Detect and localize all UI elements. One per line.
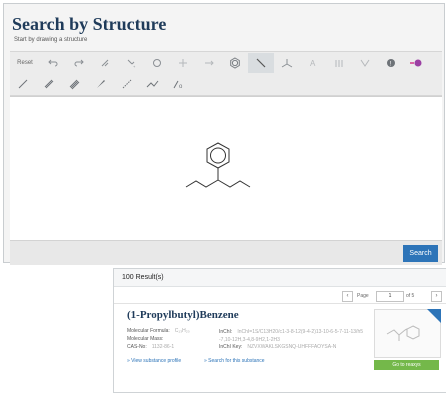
inchi-label: InChI: — [219, 329, 233, 335]
formula-value: C₁₃H₂₀ — [174, 328, 190, 334]
redo-icon[interactable] — [66, 53, 92, 73]
toolbar-row-1: Reset + A ! — [10, 51, 442, 74]
bond-wedge-icon[interactable] — [352, 53, 378, 73]
chain-bond-icon[interactable] — [140, 74, 166, 94]
cas-label: CAS-No: — [127, 344, 147, 350]
structure-editor-panel: Search by Structure Start by drawing a s… — [3, 3, 445, 265]
search-substance-label: Search for this substance — [208, 358, 265, 364]
svg-text:o: o — [179, 84, 183, 90]
hash-bond-icon[interactable] — [114, 74, 140, 94]
editor-footer: Search — [10, 240, 442, 265]
bond-double-icon[interactable] — [326, 53, 352, 73]
view-profile-label: View substance profile — [131, 358, 182, 364]
settings-icon[interactable]: ! — [378, 53, 404, 73]
search-substance-link[interactable]: » Search for this substance — [204, 358, 265, 364]
formula-row: Molecular Formula: C₁₃H₂₀ — [127, 328, 190, 334]
view-profile-link[interactable]: » View substance profile — [127, 358, 181, 364]
inchikey-row: InChI Key: NZVXWAKLSKGSNQ-UHFFFAOYSA-N — [219, 344, 336, 350]
eraser-icon[interactable] — [404, 53, 430, 73]
single-bond-icon[interactable] — [10, 74, 36, 94]
charge-icon[interactable]: + — [118, 53, 144, 73]
undo-icon[interactable] — [40, 53, 66, 73]
inchi-value: InChI=1S/C13H20/c1-3-8-12(9-4-2)13-10-6-… — [219, 329, 364, 343]
prev-page-button[interactable]: ‹ — [342, 291, 353, 302]
fragment-icon[interactable]: o — [166, 74, 192, 94]
clean-icon[interactable] — [92, 53, 118, 73]
formula-label: Molecular Formula: — [127, 328, 170, 334]
svg-text:A: A — [310, 59, 316, 68]
plus-icon[interactable] — [170, 53, 196, 73]
page-input[interactable]: 1 — [376, 291, 404, 302]
cas-row: CAS-No: 1132-86-1 — [127, 344, 174, 350]
mass-label: Molecular Mass: — [127, 336, 164, 342]
structure-drawing — [185, 142, 251, 188]
go-to-reaxys-button[interactable]: Go to reaxys — [374, 360, 439, 370]
inchikey-value: NZVXWAKLSKGSNQ-UHFFFAOYSA-N — [247, 344, 337, 350]
inchi-row: InChI: InChI=1S/C13H20/c1-3-8-12(9-4-2)13… — [219, 328, 364, 344]
results-count: 100 Result(s) — [122, 274, 164, 281]
search-button[interactable]: Search — [403, 245, 438, 262]
ring-icon[interactable] — [144, 53, 170, 73]
reset-button[interactable]: Reset — [10, 53, 40, 73]
page-title: Search by Structure — [12, 14, 167, 34]
results-panel: 100 Result(s) ‹ Page 1 of 5 › (1-Propylb… — [113, 268, 446, 393]
drawing-canvas[interactable] — [10, 96, 442, 241]
benzene-ring-icon[interactable] — [222, 53, 248, 73]
next-page-button[interactable]: › — [431, 291, 442, 302]
substance-name[interactable]: (1-Propylbutyl)Benzene — [127, 309, 239, 321]
page-label: Page — [357, 293, 369, 299]
toolbar-row-2: o — [10, 73, 442, 96]
bond-tool-icon[interactable] — [248, 53, 274, 73]
results-header: 100 Result(s) — [114, 269, 446, 287]
triple-bond-icon[interactable] — [62, 74, 88, 94]
cas-value: 1132-86-1 — [151, 344, 175, 350]
page-of-label: of 5 — [406, 293, 415, 299]
wedge-bond-icon[interactable] — [88, 74, 114, 94]
mass-row: Molecular Mass: — [127, 336, 168, 342]
double-bond-icon[interactable] — [36, 74, 62, 94]
svg-text:+: + — [133, 64, 136, 69]
structure-thumbnail[interactable] — [374, 309, 441, 358]
pagination: ‹ Page 1 of 5 › — [114, 287, 446, 304]
arrow-icon[interactable] — [196, 53, 222, 73]
page-subtitle: Start by drawing a structure — [14, 37, 88, 43]
atom-icon[interactable]: A — [300, 53, 326, 73]
inchikey-label: InChI Key: — [219, 344, 243, 350]
corner-badge-icon — [427, 309, 441, 323]
chain-icon[interactable] — [274, 53, 300, 73]
